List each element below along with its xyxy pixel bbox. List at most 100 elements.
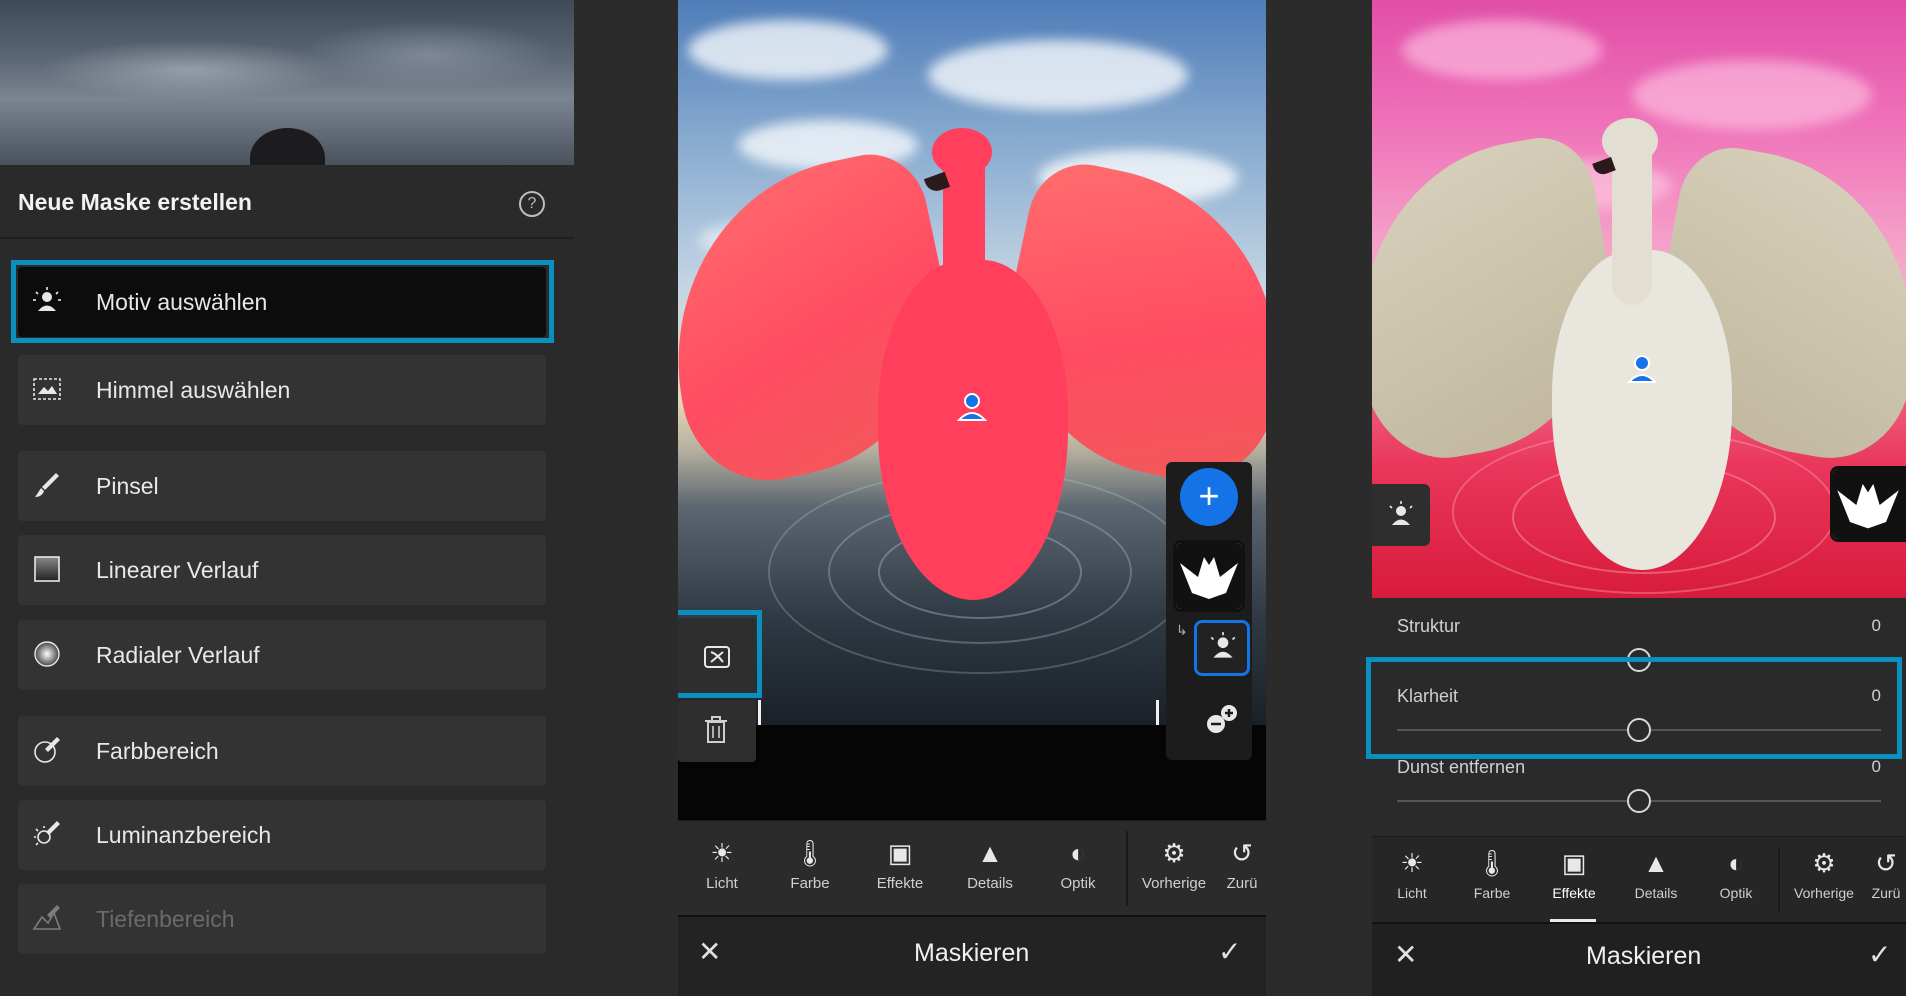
thermometer-icon: 🌡: [793, 838, 827, 868]
highlight-frame-klarheit: [1366, 657, 1902, 759]
menu-item-select-sky[interactable]: Himmel auswählen: [18, 355, 546, 425]
check-icon[interactable]: ✓: [1868, 938, 1891, 971]
photo-canvas[interactable]: [1372, 0, 1906, 598]
tool-licht[interactable]: ☀ Licht: [1372, 837, 1452, 923]
linear-gradient-icon: [34, 556, 60, 582]
menu-item-depth-range: Tiefenbereich: [18, 884, 546, 954]
check-icon[interactable]: ✓: [1218, 935, 1241, 968]
tool-label: Optik: [1060, 875, 1096, 892]
mask-thumbnail[interactable]: [1830, 466, 1906, 542]
menu-item-select-subject[interactable]: Motiv auswählen: [18, 267, 546, 337]
color-range-icon: [34, 737, 60, 763]
tool-effekte[interactable]: ▣ Effekte: [1532, 837, 1616, 923]
tool-label: Optik: [1719, 885, 1753, 901]
highlight-frame-invert: [678, 610, 762, 698]
tool-label: Licht: [706, 875, 738, 892]
link-arrow-icon: ↳: [1176, 622, 1188, 638]
panel-title: Neue Maske erstellen: [18, 189, 252, 215]
close-icon[interactable]: ✕: [1394, 938, 1417, 971]
help-circle-icon[interactable]: ?: [519, 191, 545, 217]
sun-icon: ☀: [710, 838, 734, 868]
tool-label: Details: [1634, 885, 1678, 901]
menu-item-label: Tiefenbereich: [96, 906, 235, 932]
sun-icon: ☀: [1400, 848, 1424, 878]
vignette-icon: ▣: [1561, 848, 1587, 878]
mask-pin-icon[interactable]: [955, 390, 989, 424]
subject-mask-button[interactable]: [1372, 484, 1430, 546]
mask-list-panel: + ↳: [1166, 462, 1252, 760]
tool-label: Details: [967, 875, 1013, 892]
menu-item-linear-gradient[interactable]: Linearer Verlauf: [18, 535, 546, 605]
add-subtract-icon[interactable]: [1202, 700, 1242, 740]
slider-knob[interactable]: [1627, 789, 1651, 813]
panel-header: Neue Maske erstellen: [0, 165, 574, 239]
undo-icon: ↺: [1875, 848, 1897, 878]
tool-label: Effekte: [1552, 885, 1596, 901]
bottom-bar: ✕ Maskieren ✓: [1372, 922, 1906, 996]
menu-item-color-range[interactable]: Farbbereich: [18, 716, 546, 786]
tool-bar: ☀ Licht 🌡 Farbe ▣ Effekte ▲ Details ◐ Op…: [678, 820, 1266, 916]
tool-optik[interactable]: ◐ Optik: [1034, 821, 1122, 916]
tool-label: Zurü: [1226, 875, 1258, 892]
slider-label: Struktur: [1397, 616, 1461, 636]
close-icon[interactable]: ✕: [698, 935, 721, 968]
bottom-bar: ✕ Maskieren ✓: [678, 915, 1266, 996]
tool-label: Farbe: [790, 875, 830, 892]
tool-label: Zurü: [1871, 885, 1901, 901]
presets-icon: ⚙: [1812, 848, 1836, 878]
tool-label: Effekte: [876, 875, 924, 892]
tool-zuruecksetzen[interactable]: ↺ Zurü: [1866, 837, 1906, 923]
menu-item-radial-gradient[interactable]: Radialer Verlauf: [18, 620, 546, 690]
radial-gradient-icon: [34, 641, 60, 667]
create-mask-panel: Neue Maske erstellen ? Motiv auswählen H…: [0, 0, 574, 996]
tool-label: Vorherige: [1141, 875, 1207, 892]
tool-vorherige[interactable]: ⚙ Vorherige: [1782, 837, 1866, 923]
tool-label: Licht: [1397, 885, 1427, 901]
photo-preview-top: [0, 0, 574, 188]
tool-label: Farbe: [1473, 885, 1511, 901]
brush-icon: [35, 473, 59, 497]
presets-icon: ⚙: [1162, 838, 1186, 868]
bottom-title: Maskieren: [914, 939, 1030, 967]
mask-thumbnail[interactable]: [1173, 540, 1245, 612]
tool-vorherige[interactable]: ⚙ Vorherige: [1130, 821, 1218, 916]
swan-silhouette-icon: [1176, 543, 1242, 609]
triangle-icon: ▲: [977, 838, 1003, 868]
tool-optik[interactable]: ◐ Optik: [1696, 837, 1776, 923]
menu-item-label: Motiv auswählen: [96, 289, 268, 315]
tool-farbe[interactable]: 🌡 Farbe: [766, 821, 854, 916]
undo-icon: ↺: [1231, 838, 1253, 868]
tool-effekte[interactable]: ▣ Effekte: [854, 821, 946, 916]
tool-details[interactable]: ▲ Details: [1616, 837, 1696, 923]
tool-licht[interactable]: ☀ Licht: [678, 821, 766, 916]
subject-component-button[interactable]: [1194, 620, 1250, 676]
lens-icon: ◐: [1728, 848, 1744, 878]
select-subject-icon: [33, 287, 61, 311]
select-sky-icon: [33, 378, 61, 400]
tool-label: Vorherige: [1794, 885, 1854, 901]
masking-view-red-overlay: + ↳ ☀ Licht 🌡 Farbe ▣ Effekte ▲ Details …: [678, 0, 1266, 996]
menu-item-label: Farbbereich: [96, 738, 219, 764]
menu-item-brush[interactable]: Pinsel: [18, 451, 546, 521]
divider: [1778, 847, 1780, 913]
slider-value: 0: [1871, 616, 1881, 635]
luminance-range-icon: [34, 821, 60, 846]
tool-details[interactable]: ▲ Details: [946, 821, 1034, 916]
select-subject-icon: [1210, 632, 1236, 658]
menu-item-luminance-range[interactable]: Luminanzbereich: [18, 800, 546, 870]
thermometer-icon: 🌡: [1475, 848, 1509, 878]
menu-item-label: Linearer Verlauf: [96, 557, 259, 583]
tool-farbe[interactable]: 🌡 Farbe: [1452, 837, 1532, 923]
delete-mask-button[interactable]: [678, 700, 756, 762]
tool-bar: ☀ Licht 🌡 Farbe ▣ Effekte ▲ Details ◐ Op…: [1372, 836, 1906, 923]
add-mask-button[interactable]: +: [1180, 468, 1238, 526]
mask-pin-icon[interactable]: [1625, 352, 1659, 386]
slider-value: 0: [1871, 757, 1881, 776]
bottom-title: Maskieren: [1586, 942, 1702, 970]
vignette-icon: ▣: [887, 838, 913, 868]
menu-item-label: Luminanzbereich: [96, 822, 272, 848]
divider: [1126, 831, 1128, 906]
swan-silhouette-icon: [1833, 469, 1903, 539]
masking-view-effects: Struktur 0 Klarheit 0 Dunst entfernen 0 …: [1372, 0, 1906, 996]
tool-zuruecksetzen[interactable]: ↺ Zurü: [1218, 821, 1266, 916]
